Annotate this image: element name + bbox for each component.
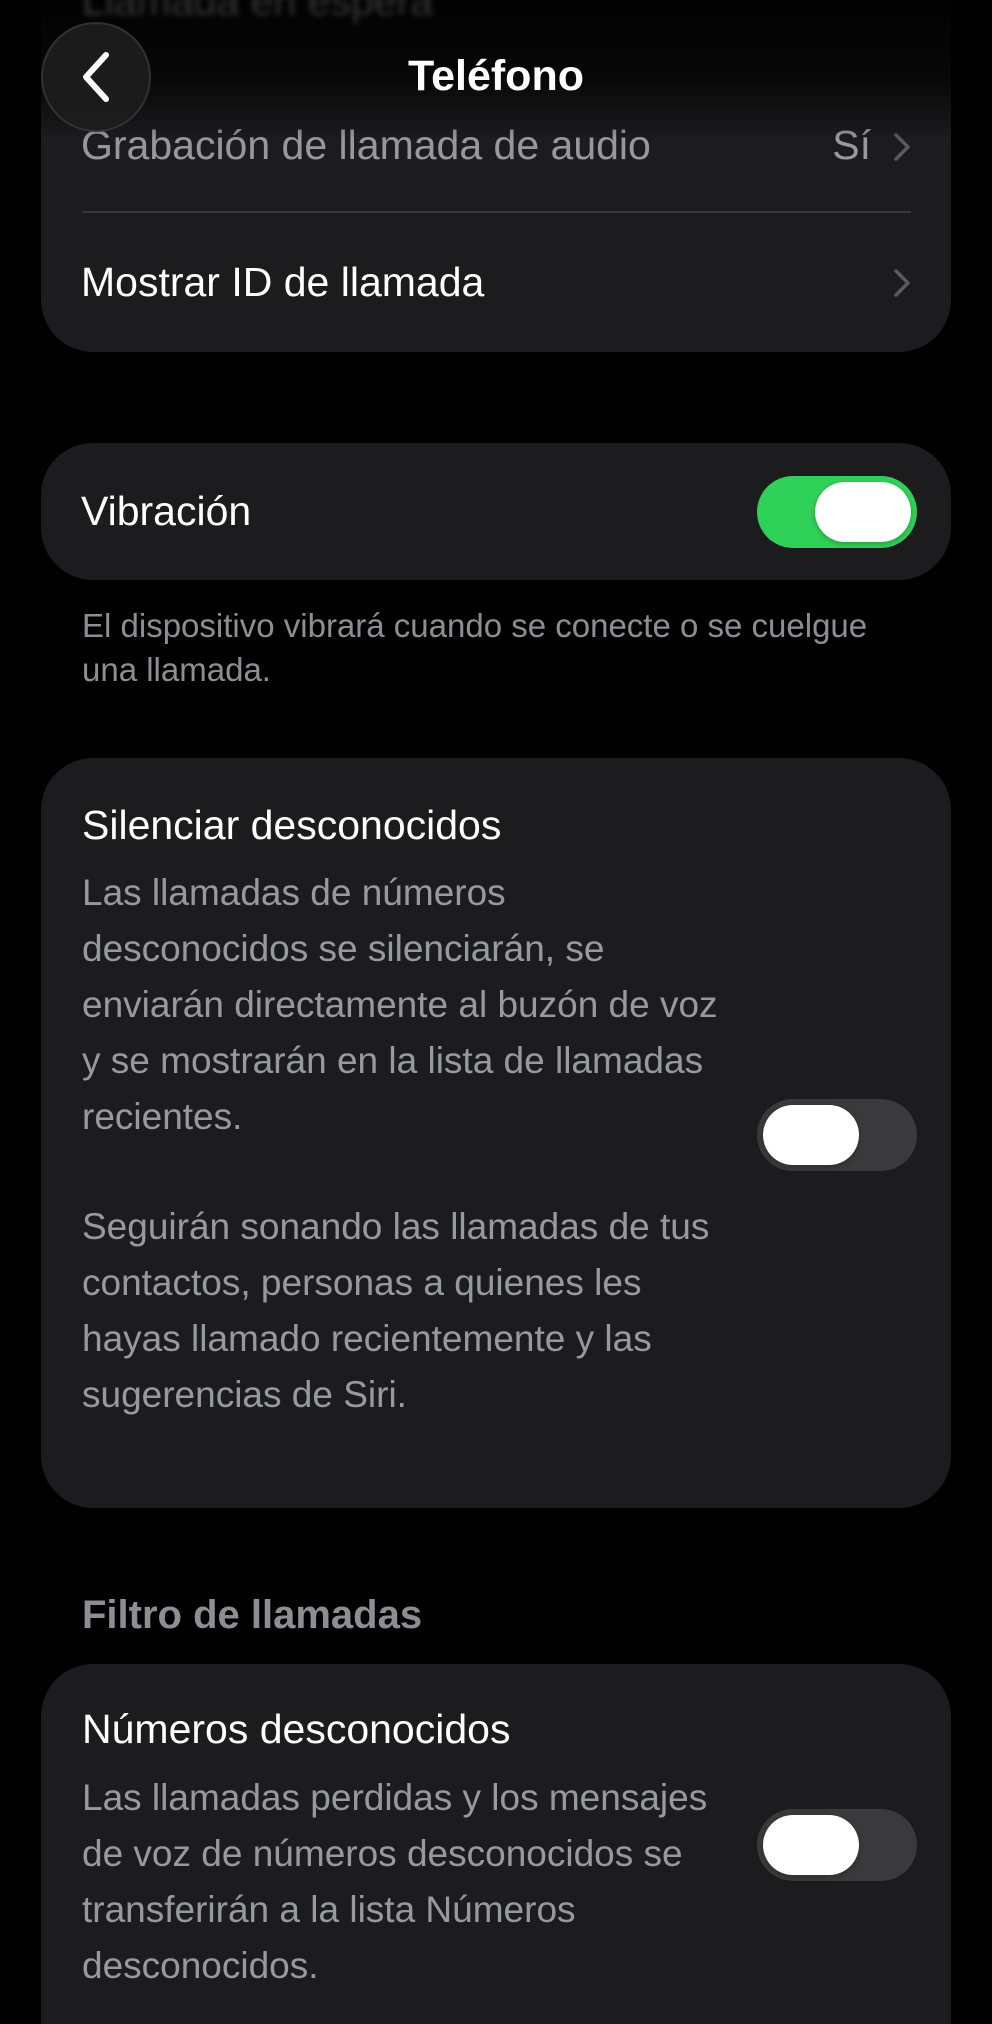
silence-unknown-toggle[interactable] bbox=[757, 1099, 917, 1171]
silence-unknown-note: Seguirán sonando las llamadas de tus con… bbox=[82, 1206, 710, 1415]
silence-unknown-description: Las llamadas de números desconocidos se … bbox=[82, 872, 718, 1137]
row-show-caller-id-label: Mostrar ID de llamada bbox=[81, 259, 485, 305]
row-show-caller-id[interactable]: Mostrar ID de llamada bbox=[41, 213, 951, 352]
unknown-numbers-description: Las llamadas perdidas y los mensajes de … bbox=[82, 1777, 708, 1986]
row-vibration-label: Vibración bbox=[81, 488, 252, 534]
toggle-knob bbox=[763, 1105, 859, 1165]
unknown-numbers-group: Números desconocidos Las llamadas perdid… bbox=[41, 1664, 951, 2024]
vibration-toggle[interactable] bbox=[757, 476, 917, 548]
chevron-right-icon bbox=[893, 268, 911, 298]
vibration-footer: El dispositivo vibrará cuando se conecte… bbox=[82, 607, 868, 688]
silence-unknown-title: Silenciar desconocidos bbox=[82, 802, 502, 848]
toggle-knob bbox=[815, 482, 911, 542]
unknown-numbers-title: Números desconocidos bbox=[82, 1706, 511, 1752]
silence-unknown-group: Silenciar desconocidos Las llamadas de n… bbox=[41, 758, 951, 1508]
page-title: Teléfono bbox=[408, 52, 584, 100]
vibration-group: Vibración bbox=[41, 443, 951, 580]
call-filter-section-header: Filtro de llamadas bbox=[82, 1593, 423, 1637]
navigation-bar: Llamada en espera Teléfono bbox=[0, 0, 992, 140]
scrolled-row-label: Llamada en espera bbox=[82, 0, 434, 24]
toggle-knob bbox=[763, 1815, 859, 1875]
unknown-numbers-toggle[interactable] bbox=[757, 1809, 917, 1881]
